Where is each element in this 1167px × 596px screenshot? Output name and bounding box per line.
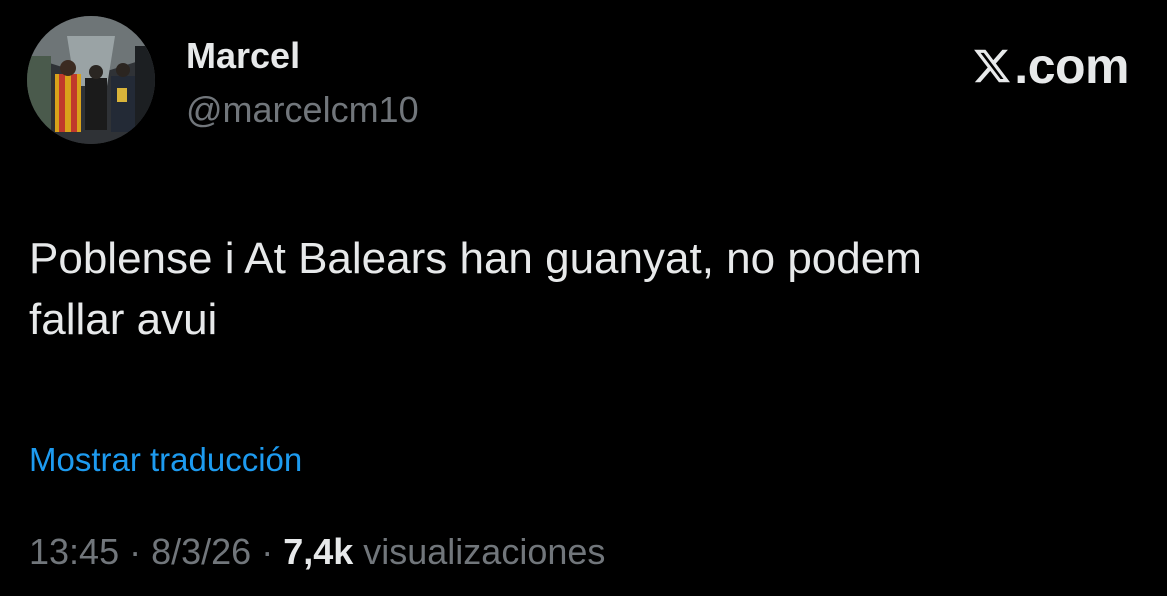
avatar-photo	[27, 16, 155, 144]
tweet-text: Poblense i At Balears han guanyat, no po…	[29, 228, 1129, 350]
views-count[interactable]: 7,4k	[283, 531, 353, 572]
meta-separator: ·	[251, 531, 284, 572]
tweet-date[interactable]: 8/3/26	[151, 531, 251, 572]
x-logo-icon	[974, 49, 1011, 83]
brand-domain-text: .com	[1014, 38, 1129, 94]
author-handle[interactable]: @marcelcm10	[186, 90, 419, 130]
views-label: visualizaciones	[353, 531, 606, 572]
author-display-name[interactable]: Marcel	[186, 36, 300, 76]
tweet-meta: 13:45 · 8/3/26 · 7,4k visualizaciones	[29, 530, 605, 574]
tweet-text-line: Poblense i At Balears han guanyat, no po…	[29, 234, 922, 283]
tweet-time[interactable]: 13:45	[29, 531, 119, 572]
avatar[interactable]	[27, 16, 155, 144]
brand-watermark: .com	[972, 38, 1129, 94]
meta-separator: ·	[119, 531, 152, 572]
tweet-text-line: fallar avui	[29, 295, 218, 344]
show-translation-link[interactable]: Mostrar traducción	[29, 440, 302, 480]
